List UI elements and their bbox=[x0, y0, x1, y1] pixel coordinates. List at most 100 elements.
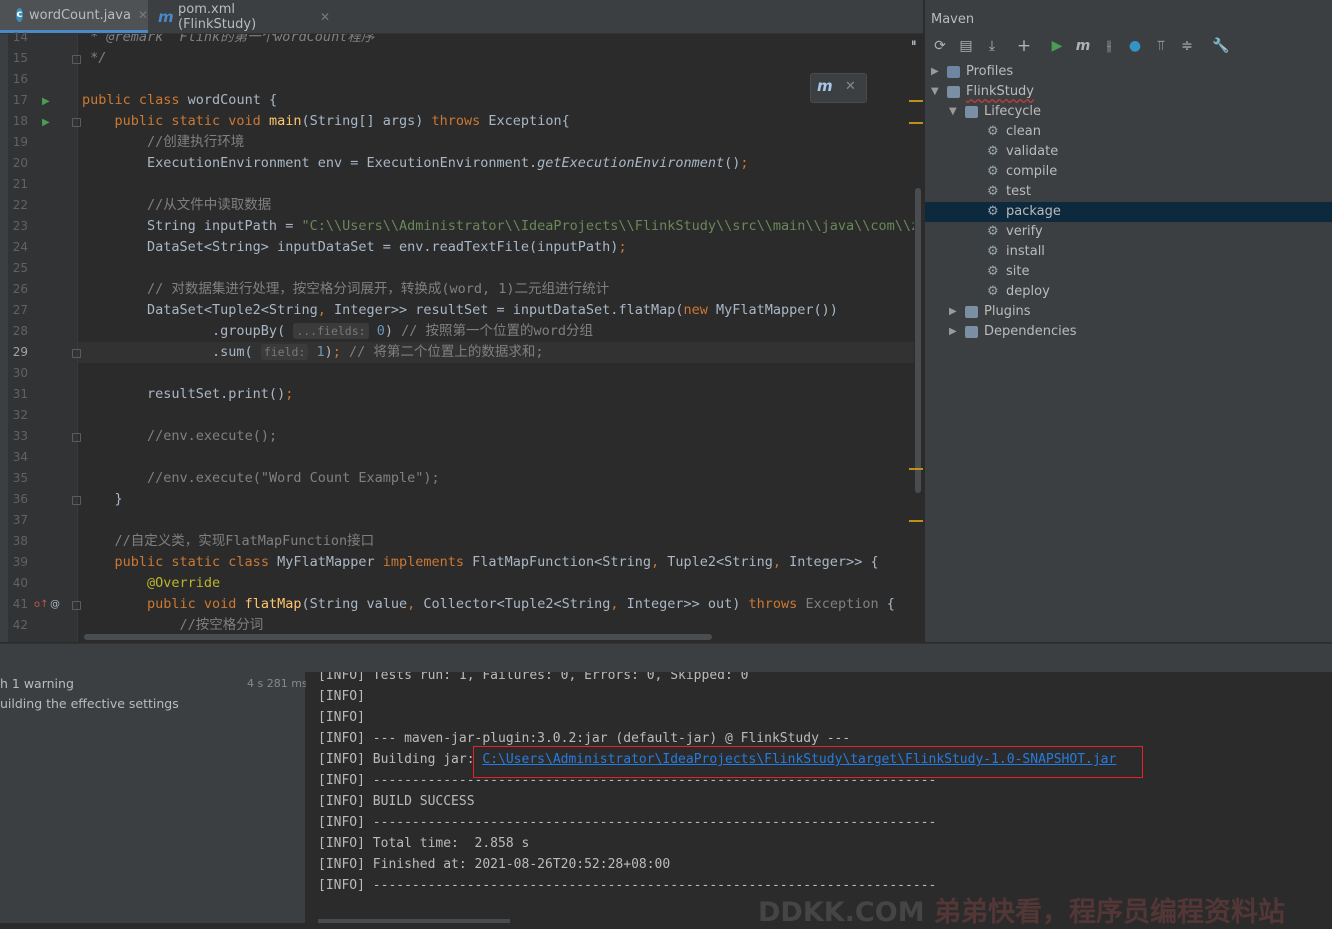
close-icon[interactable]: ✕ bbox=[320, 10, 330, 24]
code-line[interactable]: //env.execute(); bbox=[82, 426, 277, 447]
maven-load-changes-popup[interactable]: m ✕ bbox=[810, 73, 867, 103]
line-number[interactable]: 37 bbox=[8, 513, 28, 527]
code-line[interactable]: } bbox=[82, 489, 123, 510]
maven-tree-item-validate[interactable]: ⚙ validate bbox=[925, 142, 1332, 162]
maven-tree-item-deploy[interactable]: ⚙ deploy bbox=[925, 282, 1332, 302]
close-icon[interactable]: ✕ bbox=[845, 79, 856, 94]
code-line[interactable]: String inputPath = "C:\\Users\\Administr… bbox=[82, 216, 914, 237]
line-number[interactable]: 21 bbox=[8, 177, 28, 191]
pause-icon[interactable]: ⏸ bbox=[911, 36, 917, 50]
override-annotation-icon[interactable]: @ bbox=[50, 599, 60, 610]
build-row-label[interactable]: h 1 warning bbox=[0, 676, 74, 691]
maven-tree-item-lifecycle[interactable]: ▼ Lifecycle bbox=[925, 102, 1332, 122]
warning-stripe[interactable] bbox=[909, 520, 923, 522]
maven-tree-item-flinkstudy[interactable]: ▼ FlinkStudy bbox=[925, 82, 1332, 102]
line-number[interactable]: 38 bbox=[8, 534, 28, 548]
code-line[interactable]: public static void main(String[] args) t… bbox=[82, 111, 570, 132]
maven-goal-icon[interactable]: m bbox=[1073, 38, 1093, 54]
code-line[interactable]: * @remark Flink的第一个wordCount程序 bbox=[82, 34, 374, 48]
chevron-down-icon[interactable]: ▼ bbox=[931, 82, 939, 102]
maven-tree-item-profiles[interactable]: ▶ Profiles bbox=[925, 62, 1332, 82]
line-number[interactable]: 20 bbox=[8, 156, 28, 170]
maven-tree-item-test[interactable]: ⚙ test bbox=[925, 182, 1332, 202]
line-number[interactable]: 14 bbox=[8, 30, 28, 44]
maven-reload-icon[interactable]: m bbox=[817, 77, 833, 95]
line-number[interactable]: 33 bbox=[8, 429, 28, 443]
code-line[interactable]: //按空格分词 bbox=[82, 615, 264, 636]
code-editor[interactable]: * @remark Flink的第一个wordCount程序 */ public … bbox=[78, 34, 914, 642]
build-console-output[interactable]: [INFO] Tests run: 1, Failures: 0, Errors… bbox=[306, 672, 1332, 923]
chevron-right-icon[interactable]: ▶ bbox=[949, 322, 957, 342]
code-line[interactable]: .sum( field: 1); // 将第二个位置上的数据求和; bbox=[82, 342, 544, 363]
add-folder-icon[interactable]: ▤ bbox=[956, 38, 976, 54]
maven-tree-item-dependencies[interactable]: ▶ Dependencies bbox=[925, 322, 1332, 342]
code-line[interactable]: public void flatMap(String value, Collec… bbox=[82, 594, 895, 615]
maven-tree-item-verify[interactable]: ⚙ verify bbox=[925, 222, 1332, 242]
editor-scroll-thumb[interactable] bbox=[915, 188, 921, 493]
code-line[interactable]: public static class MyFlatMapper impleme… bbox=[82, 552, 879, 573]
line-number[interactable]: 15 bbox=[8, 51, 28, 65]
maven-tree-item-clean[interactable]: ⚙ clean bbox=[925, 122, 1332, 142]
code-line[interactable]: */ bbox=[82, 48, 106, 69]
line-number[interactable]: 41 bbox=[8, 597, 28, 611]
code-line[interactable]: @Override bbox=[82, 573, 220, 594]
tab-wordcount-java[interactable]: c wordCount.java ✕ bbox=[0, 0, 148, 33]
line-number[interactable]: 24 bbox=[8, 240, 28, 254]
chevron-right-icon[interactable]: ▶ bbox=[931, 62, 939, 82]
line-number[interactable]: 18 bbox=[8, 114, 28, 128]
line-number[interactable]: 26 bbox=[8, 282, 28, 296]
chevron-down-icon[interactable]: ▼ bbox=[949, 102, 957, 122]
line-number[interactable]: 35 bbox=[8, 471, 28, 485]
run-gutter-icon[interactable]: ▶ bbox=[42, 117, 50, 128]
download-icon[interactable]: ⤓ bbox=[982, 38, 1002, 54]
code-line[interactable]: DataSet<String> inputDataSet = env.readT… bbox=[82, 237, 627, 258]
code-line[interactable]: //从文件中读取数据 bbox=[82, 195, 271, 216]
code-line[interactable]: //自定义类，实现FlatMapFunction接口 bbox=[82, 531, 375, 552]
close-icon[interactable]: ✕ bbox=[138, 8, 148, 22]
line-number[interactable]: 42 bbox=[8, 618, 28, 632]
line-number[interactable]: 29 bbox=[8, 345, 28, 359]
build-row-label[interactable]: uilding the effective settings bbox=[0, 696, 179, 711]
warning-stripe[interactable] bbox=[909, 468, 923, 470]
code-line[interactable]: //创建执行环境 bbox=[82, 132, 244, 153]
toggle-offline-icon[interactable]: ⫲ bbox=[1099, 38, 1119, 54]
maven-tree-item-package[interactable]: ⚙ package bbox=[925, 202, 1332, 222]
line-number[interactable]: 23 bbox=[8, 219, 28, 233]
line-number[interactable]: 28 bbox=[8, 324, 28, 338]
plus-icon[interactable]: + bbox=[1014, 36, 1034, 56]
line-number[interactable]: 22 bbox=[8, 198, 28, 212]
editor-horizontal-scrollbar[interactable] bbox=[84, 634, 712, 640]
line-number[interactable]: 36 bbox=[8, 492, 28, 506]
maven-tree-item-site[interactable]: ⚙ site bbox=[925, 262, 1332, 282]
line-number[interactable]: 34 bbox=[8, 450, 28, 464]
code-line[interactable]: public class wordCount { bbox=[82, 90, 277, 111]
warning-stripe[interactable] bbox=[909, 122, 923, 124]
console-horizontal-scrollbar[interactable] bbox=[318, 919, 510, 923]
code-line[interactable]: DataSet<Tuple2<String, Integer>> resultS… bbox=[82, 300, 838, 321]
run-icon[interactable]: ▶ bbox=[1047, 38, 1067, 54]
line-number[interactable]: 39 bbox=[8, 555, 28, 569]
show-dependencies-icon[interactable]: ⫪ bbox=[1151, 38, 1171, 54]
code-line[interactable]: //env.execute("Word Count Example"); bbox=[82, 468, 440, 489]
line-number[interactable]: 32 bbox=[8, 408, 28, 422]
maven-tree-item-compile[interactable]: ⚙ compile bbox=[925, 162, 1332, 182]
code-line[interactable]: resultSet.print(); bbox=[82, 384, 293, 405]
tab-pom-xml[interactable]: m pom.xml (FlinkStudy) ✕ bbox=[150, 0, 330, 33]
code-line[interactable]: .groupBy( ...fields: 0) // 按照第一个位置的word分… bbox=[82, 321, 593, 342]
line-number[interactable]: 27 bbox=[8, 303, 28, 317]
code-line[interactable]: // 对数据集进行处理，按空格分词展开，转换成(word, 1)二元组进行统计 bbox=[82, 279, 609, 300]
line-number[interactable]: 31 bbox=[8, 387, 28, 401]
maven-tree-item-plugins[interactable]: ▶ Plugins bbox=[925, 302, 1332, 322]
line-number[interactable]: 40 bbox=[8, 576, 28, 590]
line-number[interactable]: 16 bbox=[8, 72, 28, 86]
line-number[interactable]: 30 bbox=[8, 366, 28, 380]
warning-stripe[interactable] bbox=[909, 100, 923, 102]
collapse-icon[interactable]: ≑ bbox=[1177, 38, 1197, 54]
settings-wrench-icon[interactable]: 🔧 bbox=[1211, 38, 1231, 54]
maven-tree-item-install[interactable]: ⚙ install bbox=[925, 242, 1332, 262]
refresh-icon[interactable]: ⟳ bbox=[930, 38, 950, 54]
line-number[interactable]: 19 bbox=[8, 135, 28, 149]
line-number[interactable]: 17 bbox=[8, 93, 28, 107]
code-line[interactable]: ExecutionEnvironment env = ExecutionEnvi… bbox=[82, 153, 748, 174]
chevron-right-icon[interactable]: ▶ bbox=[949, 302, 957, 322]
